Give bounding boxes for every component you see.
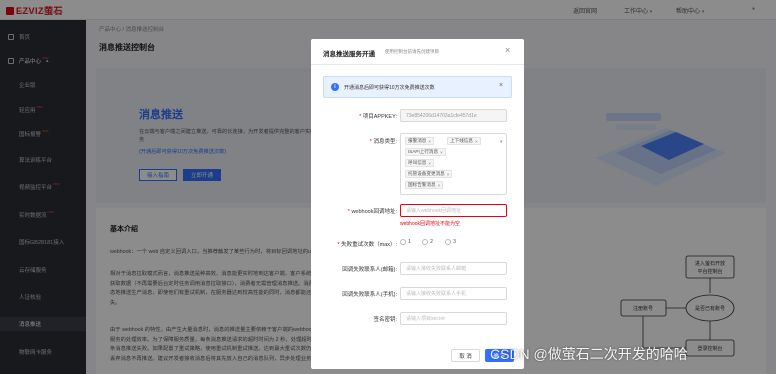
tag-remove-icon[interactable]: ×: [438, 183, 441, 188]
contact-phone-input[interactable]: 请输入接收失败联系人手机: [400, 287, 507, 300]
tag-label: 报警消息: [408, 138, 427, 143]
message-types-label: * 消息类型:: [369, 139, 397, 145]
alert-text: 开通消息后即可获得10万次免费推送次数: [344, 85, 435, 91]
radio-circle-icon: [400, 239, 406, 245]
tag-remove-icon[interactable]: ×: [428, 139, 431, 144]
tag-gb-alarm: 国标告警消息 ×: [405, 181, 444, 189]
retry-label-text: 失败重试次数（max）:: [341, 242, 397, 248]
tag-label: 呼叫信息: [408, 160, 427, 165]
contact-email-label: 回调失败联系人(邮箱):: [342, 267, 397, 273]
appkey-label: * 项目APPKEY:: [359, 114, 397, 120]
dialog-divider: [311, 64, 524, 65]
radio-label: 3: [453, 239, 456, 245]
retry-radio-2[interactable]: 2: [422, 239, 433, 245]
alert-close-icon[interactable]: ×: [499, 82, 503, 89]
tag-remove-icon[interactable]: ×: [475, 139, 478, 144]
contact-email-input[interactable]: 请输入接收失败联系人邮箱: [400, 262, 507, 275]
tag-online-offline: 上下线信息 ×: [447, 137, 481, 145]
tag-label: 上下线信息: [450, 138, 473, 143]
message-types-select[interactable]: 报警消息 × 上下线信息 × ▾ ISAPI上行消息 × 呼叫信息 × 托管设备变更消息…: [400, 133, 507, 195]
radio-circle-icon: [422, 239, 428, 245]
service-activation-dialog: 消息推送服务开通 使用控制台前请先创建项目 × i 开通消息后即可获得10万次免…: [311, 39, 524, 369]
cancel-button[interactable]: 取 消: [451, 349, 480, 362]
tag-call: 呼叫信息 ×: [405, 159, 435, 167]
webhook-url-input[interactable]: 请输入webhook回调地址: [400, 204, 507, 217]
appkey-field: 73e854206d14703a1cfe457d1e: [400, 109, 507, 122]
info-icon: i: [331, 83, 339, 91]
chevron-down-icon[interactable]: ▾: [500, 139, 503, 145]
tag-alarm: 报警消息 ×: [405, 137, 435, 145]
webhook-label: * webhook回调地址:: [347, 209, 397, 215]
message-types-label-text: 消息类型:: [373, 139, 397, 145]
close-icon[interactable]: ×: [505, 45, 510, 55]
tag-remove-icon[interactable]: ×: [428, 161, 431, 166]
contact-phone-label: 回调失败联系人(手机):: [342, 292, 397, 298]
dialog-subtitle: 使用控制台前请先创建项目: [385, 49, 439, 54]
tag-isapi: ISAPI上行消息 ×: [405, 148, 446, 156]
tag-label: 国标告警消息: [408, 182, 436, 187]
tag-label: ISAPI上行消息: [408, 149, 439, 154]
webhook-label-text: webhook回调地址:: [351, 209, 397, 215]
radio-label: 1: [408, 239, 411, 245]
secret-label: 签名密钥:: [373, 317, 397, 323]
webhook-error-message: webhook回调地址不能为空: [400, 221, 461, 227]
secret-input[interactable]: 请输入项目secret: [400, 312, 507, 325]
retry-label: * 失败重试次数（max）:: [337, 242, 397, 248]
tag-remove-icon[interactable]: ×: [447, 172, 450, 177]
appkey-label-text: 项目APPKEY:: [362, 114, 397, 120]
radio-label: 2: [430, 239, 433, 245]
watermark: CSDN @做萤石二次开发的哈哈: [490, 346, 688, 362]
radio-circle-icon: [445, 239, 451, 245]
dialog-title: 消息推送服务开通: [323, 51, 375, 58]
tag-hosted-device: 托管设备变更消息 ×: [405, 170, 453, 178]
info-alert: i 开通消息后即可获得10万次免费推送次数 ×: [323, 76, 512, 98]
retry-radio-1[interactable]: 1: [400, 239, 411, 245]
tag-remove-icon[interactable]: ×: [440, 150, 443, 155]
tag-label: 托管设备变更消息: [408, 171, 445, 176]
retry-radio-3[interactable]: 3: [445, 239, 456, 245]
